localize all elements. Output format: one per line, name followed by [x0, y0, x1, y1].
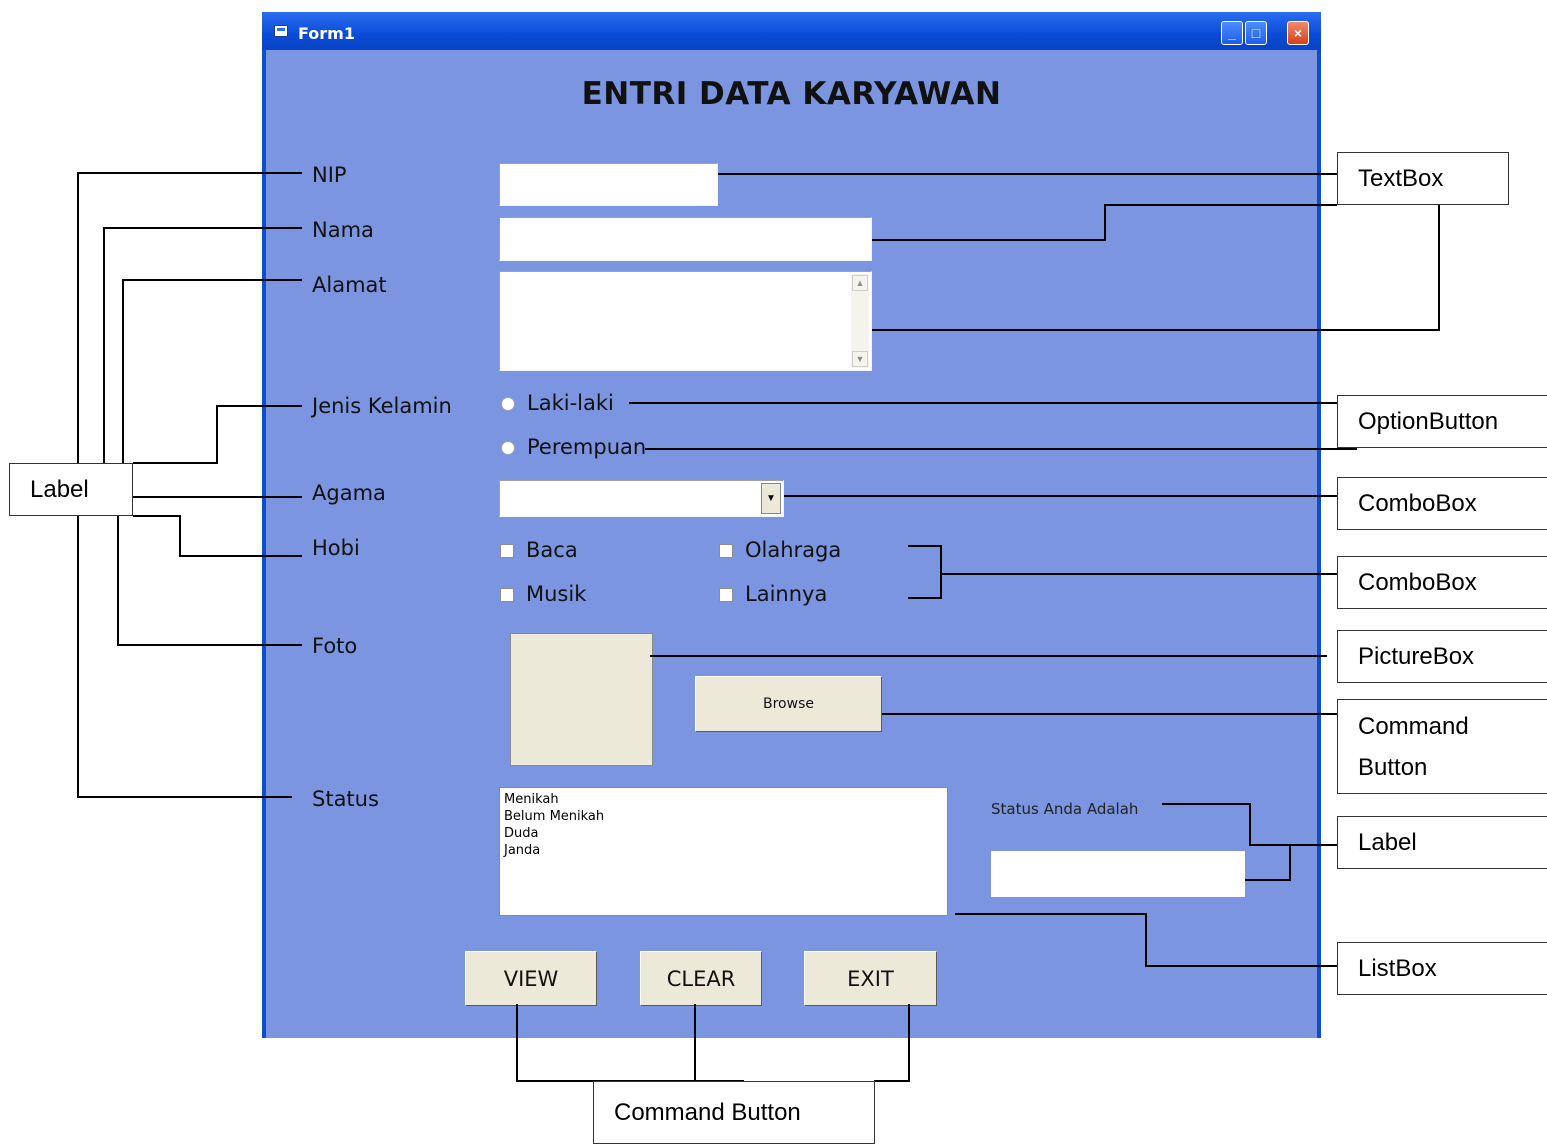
callout-picturebox: PictureBox [1337, 630, 1547, 683]
callout-command-button: Command Button [1337, 699, 1547, 794]
callout-combobox-1: ComboBox [1337, 477, 1547, 530]
callout-listbox: ListBox [1337, 942, 1547, 995]
callout-label-left: Label [9, 463, 133, 516]
callout-command-button-bottom: Command Button [593, 1081, 875, 1144]
callout-combobox-2: ComboBox [1337, 556, 1547, 609]
callout-label-right: Label [1337, 816, 1547, 869]
callout-command-line2: Button [1358, 753, 1428, 781]
annotation-lines [77, 172, 1440, 1082]
callout-optionbutton: OptionButton [1337, 395, 1547, 448]
callout-textbox: TextBox [1337, 152, 1509, 205]
callout-command-line1: Command [1358, 712, 1469, 740]
